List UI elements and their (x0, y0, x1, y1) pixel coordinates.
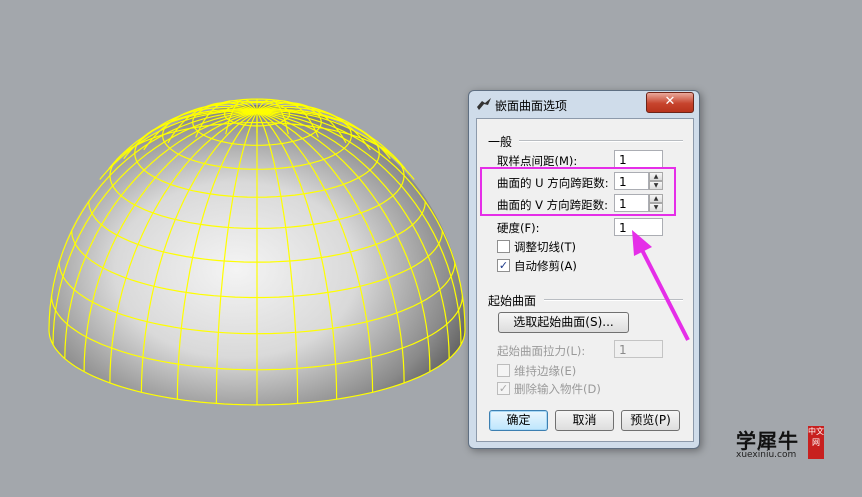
select-starting-surface-button[interactable]: 选取起始曲面(S)... (498, 312, 629, 333)
preview-button[interactable]: 预览(P) (621, 410, 680, 431)
delete-input-label: 删除输入物件(D) (514, 382, 601, 396)
group-divider (544, 299, 683, 301)
adjust-tangency-label: 调整切线(T) (514, 240, 576, 254)
check-icon: ✓ (498, 259, 509, 272)
preserve-edges-checkbox[interactable] (497, 364, 510, 377)
watermark-badge: 中文网 (808, 426, 824, 459)
ok-button[interactable]: 确定 (489, 410, 548, 431)
title-bar[interactable]: 嵌面曲面选项 ✕ (469, 91, 699, 117)
rhino-app-icon (477, 98, 491, 110)
annotation-highlight-box (480, 167, 676, 216)
starting-surface-pull-input[interactable]: 1 (614, 340, 663, 358)
dialog-title: 嵌面曲面选项 (495, 99, 568, 113)
preserve-edges-label: 维持边缘(E) (514, 364, 577, 378)
watermark-logo: 学犀牛 xuexiniu.com 中文网 (730, 423, 830, 463)
starting-surface-pull-label: 起始曲面拉力(L): (497, 344, 586, 358)
auto-trim-label: 自动修剪(A) (514, 259, 577, 273)
general-group-label: 一般 (488, 135, 513, 149)
check-icon: ✓ (498, 382, 509, 395)
adjust-tangency-checkbox[interactable] (497, 240, 510, 253)
sample-spacing-input[interactable]: 1 (614, 150, 663, 168)
close-icon: ✕ (664, 94, 676, 109)
watermark-site: xuexiniu.com (736, 450, 797, 460)
cancel-button[interactable]: 取消 (555, 410, 614, 431)
delete-input-checkbox[interactable]: ✓ (497, 382, 510, 395)
stiffness-label: 硬度(F): (497, 221, 540, 235)
close-button[interactable]: ✕ (646, 92, 694, 113)
auto-trim-checkbox[interactable]: ✓ (497, 259, 510, 272)
starting-surface-group-label: 起始曲面 (488, 294, 537, 308)
stiffness-input[interactable]: 1 (614, 218, 663, 236)
patch-surface-options-dialog: 嵌面曲面选项 ✕ 一般 取样点间距(M): 1 曲面的 U 方向跨距数: 1 ▲… (468, 90, 700, 449)
group-divider (519, 140, 683, 142)
